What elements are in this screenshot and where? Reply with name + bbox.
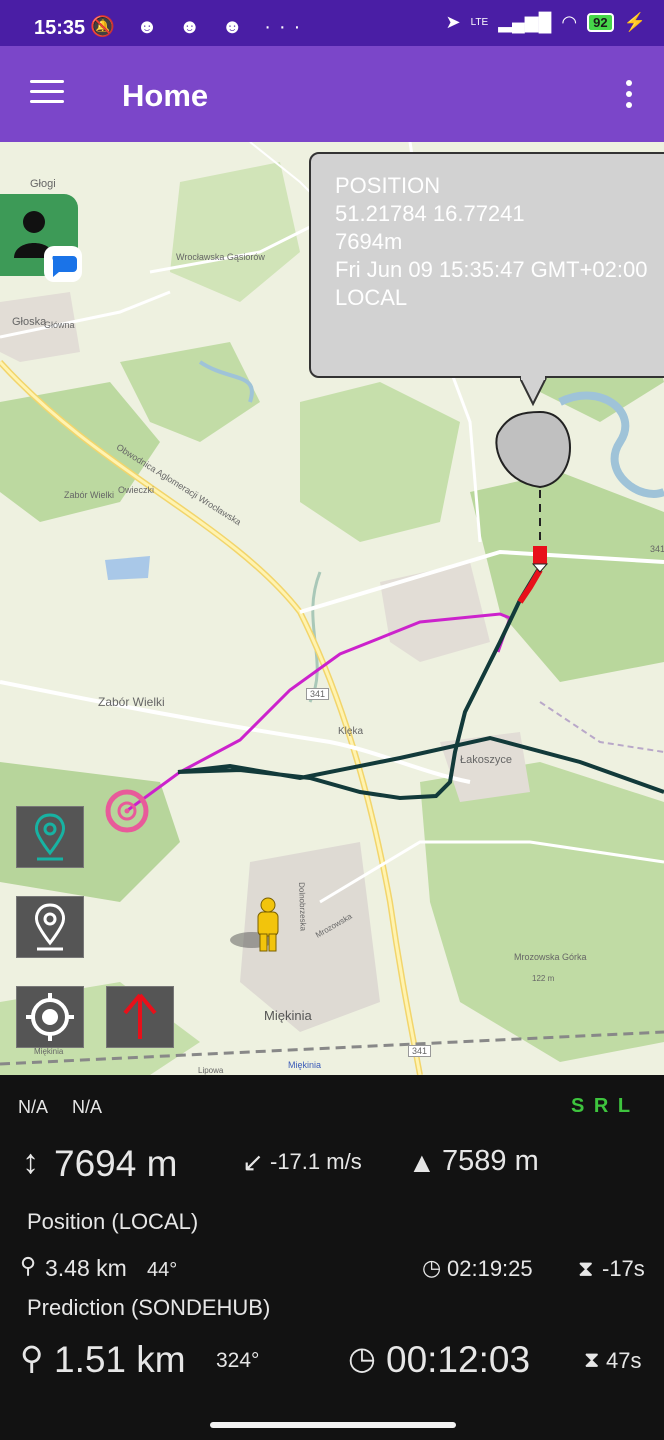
chat-bubble-icon: [44, 246, 82, 282]
hamburger-icon[interactable]: [30, 80, 64, 106]
map-label: Wrocławska Gąsiorów: [176, 252, 265, 262]
red-up-arrow-icon: [123, 993, 157, 1039]
position-callout: POSITION 51.21784 16.77241 7694m Fri Jun…: [309, 152, 664, 378]
map-label: Lipowa: [198, 1066, 224, 1075]
page-title: Home: [122, 78, 209, 113]
position-age: -17s: [602, 1256, 645, 1281]
clock-icon: ◷: [348, 1340, 376, 1376]
map-label: Zabór Wielki: [98, 695, 165, 709]
callout-altitude: 7694m: [335, 229, 403, 254]
map-label: Zabór Wielki: [64, 490, 115, 500]
prediction-age: 47s: [606, 1348, 642, 1373]
map-label: Klęka: [338, 726, 364, 737]
map-label: 122 m: [532, 974, 555, 983]
altitude-value: 7694 m: [54, 1143, 178, 1184]
map-label: Główna: [44, 320, 75, 330]
na-value-2: N/A: [72, 1097, 103, 1117]
hourglass-icon: ⧗: [578, 1256, 594, 1281]
status-bar: 15:35 🔕 ☻ ☻ ☻ ··· ➤ LTE ▂▄▆█ ◠ 92 ⚡: [0, 0, 664, 46]
route-label: 341: [306, 688, 330, 700]
location-arrow-icon: ➤: [445, 12, 461, 32]
discord-icon: ☻: [179, 16, 209, 38]
position-bearing: 44°: [147, 1259, 178, 1281]
network-type: LTE: [470, 17, 489, 28]
prediction-distance: 1.51 km: [54, 1339, 186, 1380]
gps-target-icon: [26, 993, 74, 1041]
map-label: Owieczki: [118, 485, 155, 495]
callout-source: LOCAL: [335, 285, 408, 310]
marker-white-button[interactable]: [16, 896, 84, 958]
max-altitude: 7589 m: [442, 1145, 539, 1177]
prediction-time: 00:12:03: [386, 1339, 531, 1380]
map-label: Mrozowska Górka: [514, 952, 587, 962]
balloon-icon: [495, 410, 571, 489]
gesture-nav-bar[interactable]: [210, 1422, 456, 1428]
map-label: Głogi: [30, 178, 56, 190]
position-time: 02:19:25: [447, 1256, 533, 1281]
system-icons: ➤ LTE ▂▄▆█ ◠ 92 ⚡: [445, 12, 646, 33]
callout-title: POSITION: [335, 173, 441, 198]
hourglass-icon: ⧗: [584, 1347, 600, 1372]
battery-icon: 92: [587, 13, 614, 32]
position-label: Position (LOCAL): [27, 1209, 199, 1234]
map-label: Głoska: [12, 316, 47, 328]
more-dots-icon: ···: [264, 16, 309, 38]
na-value-1: N/A: [18, 1097, 49, 1117]
map-label: Dolnobrzeska: [297, 882, 308, 932]
altitude-icon: ↕: [22, 1143, 39, 1181]
map-label: Miękinia: [288, 1060, 322, 1070]
callout-coords: 51.21784 16.77241: [335, 201, 525, 226]
pin-icon: ⚲: [20, 1340, 44, 1376]
wifi-icon: ◠: [561, 12, 578, 32]
locate-button[interactable]: [16, 986, 84, 1048]
map-view[interactable]: Głogi Głoska Wrocławska Gąsiorów Główna …: [0, 142, 664, 1075]
discord-icon: ☻: [136, 16, 166, 38]
map-marker-teal-icon: [35, 813, 65, 861]
map-marker-white-icon: [35, 903, 65, 951]
clock-icon: ◷: [422, 1255, 442, 1280]
contact-bubble[interactable]: [0, 194, 82, 282]
prediction-bearing: 324°: [216, 1349, 260, 1372]
signal-icon: ▂▄▆█: [498, 12, 552, 32]
muted-bell-icon: 🔕: [90, 16, 123, 38]
discord-icon: ☻: [221, 16, 251, 38]
map-label: Miękinia: [264, 1008, 312, 1023]
direction-button[interactable]: [106, 986, 174, 1048]
mountain-icon: ▲: [408, 1147, 436, 1178]
vertical-speed: -17.1 m/s: [270, 1149, 362, 1174]
marker-teal-button[interactable]: [16, 806, 84, 868]
position-distance: 3.48 km: [45, 1255, 127, 1281]
descent-arrow-icon: ↙: [242, 1147, 264, 1177]
route-label: 341: [408, 1045, 432, 1057]
pin-icon: ⚲: [20, 1253, 37, 1278]
charging-icon: ⚡: [623, 12, 646, 32]
callout-timestamp: Fri Jun 09 15:35:47 GMT+02:00: [335, 257, 648, 282]
map-label: Łakoszyce: [460, 754, 512, 766]
notification-icons: 🔕 ☻ ☻ ☻ ···: [90, 14, 308, 39]
route-label: 341: [650, 544, 664, 554]
telemetry-panel: N/A N/A S R L ↕ 7694 m ↙ -17.1 m/s ▲ 758…: [0, 1075, 664, 1440]
callout-pointer: [520, 376, 547, 407]
prediction-label: Prediction (SONDEHUB): [27, 1295, 271, 1320]
status-time: 15:35: [34, 17, 86, 39]
payload-icon: [533, 546, 547, 564]
app-bar: Home: [0, 46, 664, 142]
srl-indicator: S R L: [571, 1095, 633, 1117]
more-vert-icon[interactable]: [626, 80, 634, 113]
